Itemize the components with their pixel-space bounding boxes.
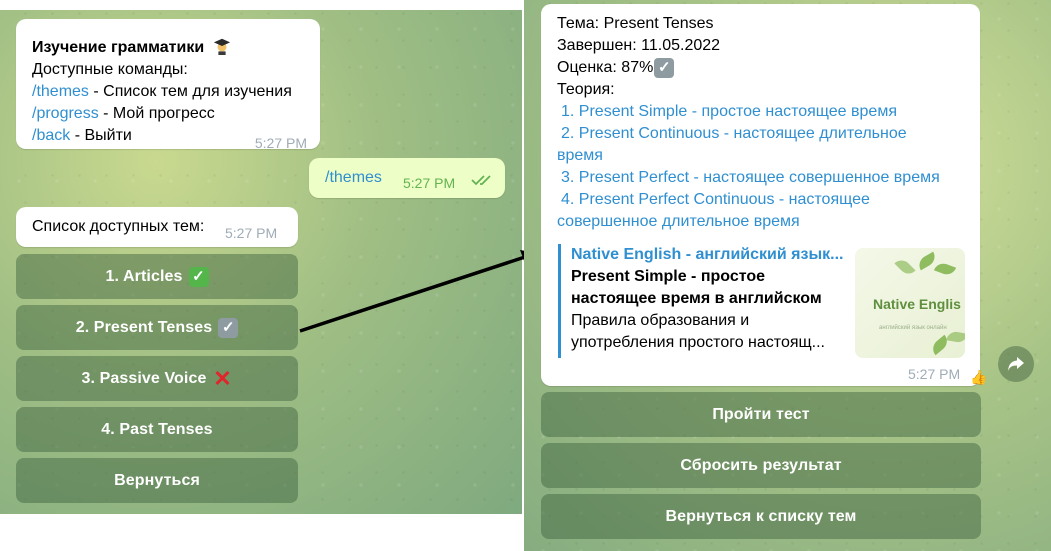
back-to-themes-button[interactable]: Вернуться к списку тем <box>541 494 981 539</box>
message-time: 5:27 PM <box>225 225 278 241</box>
themes-list-text: Список доступных тем: <box>32 218 205 235</box>
share-arrow-icon <box>1008 357 1024 371</box>
thumbnail-brand-text: Native Englis <box>873 296 961 312</box>
theory-link-present-perfect-continuous[interactable]: 4. Present Perfect Continuous - настояще… <box>557 189 902 233</box>
read-double-check-icon <box>471 175 491 186</box>
themes-command-link[interactable]: /themes <box>32 83 89 100</box>
theme-button-label: 4. Past Tenses <box>101 420 213 438</box>
score-line: Оценка: 87% <box>557 59 654 76</box>
theme-button-articles[interactable]: 1. Articles ✓ <box>16 254 298 299</box>
red-cross-emoji-icon: ✕ <box>213 365 232 391</box>
command-line-themes: /themes - Список тем для изучения <box>32 81 292 103</box>
back-to-themes-label: Вернуться к списку тем <box>665 507 857 525</box>
theme-button-label: 3. Passive Voice <box>81 369 207 387</box>
graduate-emoji-icon <box>213 38 230 55</box>
command-line-back: /back - Выйти <box>32 125 132 147</box>
theme-button-past-tenses[interactable]: 4. Past Tenses <box>16 407 298 452</box>
preview-title: Present Simple - простое настоящее время… <box>571 268 822 307</box>
leaf-decoration <box>933 260 957 278</box>
command-desc: - Выйти <box>70 127 132 144</box>
command-desc: - Список тем для изучения <box>88 83 292 100</box>
leaf-decoration <box>894 256 916 278</box>
take-test-button[interactable]: Пройти тест <box>541 392 981 437</box>
outgoing-command-text[interactable]: /themes <box>325 167 382 189</box>
topic-detail-message: Тема: Present Tenses Завершен: 11.05.202… <box>541 4 987 386</box>
preview-description: Правила образования и употребления прост… <box>571 312 825 351</box>
theme-button-label: 2. Present Tenses <box>75 318 213 336</box>
preview-thumbnail-image[interactable]: Native Englis английский язык онлайн <box>855 248 965 358</box>
theory-link-present-perfect[interactable]: 3. Present Perfect - настоящее совершенн… <box>557 167 967 189</box>
gray-check-emoji-icon: ✓ <box>218 317 239 338</box>
thumbnail-sub-text: английский язык онлайн <box>879 325 947 331</box>
theme-button-passive-voice[interactable]: 3. Passive Voice ✕ <box>16 356 298 401</box>
command-line-progress: /progress - Мой прогресс <box>32 103 215 125</box>
topic-line: Тема: Present Tenses <box>557 15 714 32</box>
leaf-decoration <box>946 330 965 344</box>
back-button[interactable]: Вернуться <box>16 458 298 503</box>
intro-message: Изучение грамматики Доступные команды: /… <box>16 19 320 151</box>
intro-title: Изучение грамматики <box>32 39 205 56</box>
message-time: 5:27 PM <box>403 175 456 191</box>
outgoing-message: /themes 5:27 PM <box>309 158 505 198</box>
command-desc: - Мой прогресс <box>98 105 215 122</box>
theme-button-label: 1. Articles <box>105 267 183 285</box>
share-button[interactable] <box>998 346 1034 382</box>
theory-link-present-simple[interactable]: 1. Present Simple - простое настоящее вр… <box>557 101 967 123</box>
commands-header: Доступные команды: <box>32 61 188 78</box>
message-time: 5:27 PM <box>254 135 307 151</box>
connector-arrow-icon <box>299 250 538 333</box>
preview-site-name: Native English - английский язык... <box>571 246 844 263</box>
back-button-label: Вернуться <box>114 471 200 489</box>
completed-line: Завершен: 11.05.2022 <box>557 37 721 54</box>
right-chat-panel: Тема: Present Tenses Завершен: 11.05.202… <box>524 0 1051 551</box>
back-command-link[interactable]: /back <box>32 127 70 144</box>
theory-link-present-continuous[interactable]: 2. Present Continuous - настоящее длител… <box>557 123 937 167</box>
gray-check-emoji-icon: ✓ <box>654 57 675 78</box>
message-time: 5:27 PM <box>908 366 961 382</box>
themes-list-message: Список доступных тем: 5:27 PM <box>16 207 298 247</box>
score-row: Оценка: 87% ✓ <box>557 57 675 79</box>
reset-result-button[interactable]: Сбросить результат <box>541 443 981 488</box>
progress-command-link[interactable]: /progress <box>32 105 99 122</box>
theme-button-present-tenses[interactable]: 2. Present Tenses ✓ <box>16 305 298 350</box>
take-test-label: Пройти тест <box>712 405 810 423</box>
theory-header: Теория: <box>557 81 615 98</box>
thumbs-up-reaction-icon[interactable]: 👍 <box>970 366 987 388</box>
reset-result-label: Сбросить результат <box>680 456 842 474</box>
green-check-emoji-icon: ✓ <box>188 266 209 287</box>
